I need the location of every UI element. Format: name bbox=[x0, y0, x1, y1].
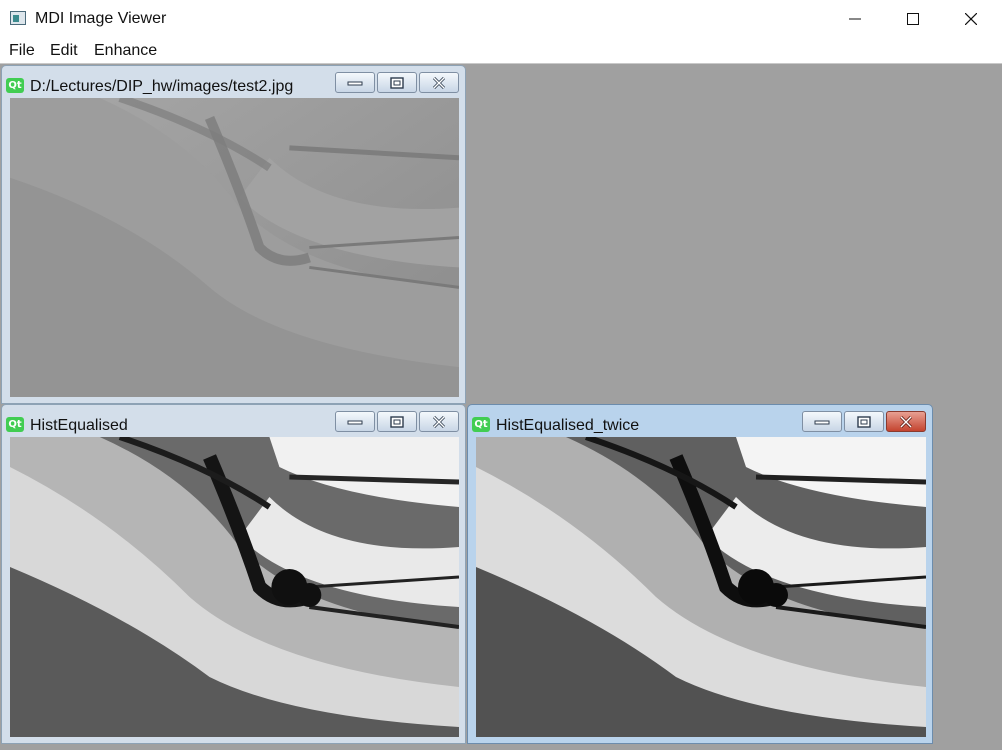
image-histequalised bbox=[10, 437, 459, 737]
sub-close-button[interactable] bbox=[419, 411, 459, 432]
sub-close-button[interactable] bbox=[886, 411, 926, 432]
qt-icon: Qt bbox=[6, 417, 24, 432]
menu-enhance[interactable]: Enhance bbox=[94, 42, 157, 60]
subwindow-title: D:/Lectures/DIP_hw/images/test2.jpg bbox=[30, 78, 294, 95]
qt-icon: Qt bbox=[6, 78, 24, 93]
subwindow-original[interactable]: Qt D:/Lectures/DIP_hw/images/test2.jpg bbox=[1, 65, 466, 404]
minimize-icon bbox=[814, 420, 830, 424]
subwindow-title: HistEqualised_twice bbox=[496, 417, 640, 434]
restore-icon bbox=[857, 415, 871, 428]
sub-minimize-button[interactable] bbox=[335, 72, 375, 93]
app-window-icon bbox=[10, 11, 26, 25]
sub-maximize-button[interactable] bbox=[377, 72, 417, 93]
app-title: MDI Image Viewer bbox=[35, 10, 167, 27]
subwindow-title-bar[interactable]: Qt HistEqualised_twice bbox=[468, 405, 932, 435]
restore-icon bbox=[390, 415, 404, 428]
subwindow-histequalised[interactable]: Qt HistEqualised bbox=[1, 404, 466, 744]
sub-minimize-button[interactable] bbox=[335, 411, 375, 432]
menu-bar: File Edit Enhance bbox=[0, 38, 1002, 64]
mdi-area: Qt D:/Lectures/DIP_hw/images/test2.jpg Q… bbox=[0, 64, 1002, 750]
restore-icon bbox=[390, 76, 404, 89]
close-icon bbox=[432, 415, 446, 428]
minimize-icon bbox=[347, 81, 363, 85]
subwindow-title: HistEqualised bbox=[30, 417, 128, 434]
sub-maximize-button[interactable] bbox=[844, 411, 884, 432]
close-button[interactable] bbox=[942, 0, 1000, 38]
subwindow-title-bar[interactable]: Qt D:/Lectures/DIP_hw/images/test2.jpg bbox=[2, 66, 465, 96]
image-original bbox=[10, 98, 459, 397]
subwindow-title-bar[interactable]: Qt HistEqualised bbox=[2, 405, 465, 435]
sub-close-button[interactable] bbox=[419, 72, 459, 93]
subwindow-histequalised-twice[interactable]: Qt HistEqualised_twice bbox=[467, 404, 933, 744]
close-icon bbox=[965, 13, 977, 25]
menu-edit[interactable]: Edit bbox=[50, 42, 78, 60]
maximize-icon bbox=[907, 13, 919, 25]
close-icon bbox=[432, 76, 446, 89]
close-icon bbox=[899, 415, 913, 428]
minimize-icon bbox=[347, 420, 363, 424]
sub-maximize-button[interactable] bbox=[377, 411, 417, 432]
menu-file[interactable]: File bbox=[9, 42, 35, 60]
image-histequalised-twice bbox=[476, 437, 926, 737]
maximize-button[interactable] bbox=[884, 0, 942, 38]
app-title-bar: MDI Image Viewer bbox=[0, 0, 1002, 38]
qt-icon: Qt bbox=[472, 417, 490, 432]
sub-minimize-button[interactable] bbox=[802, 411, 842, 432]
minimize-icon bbox=[849, 18, 861, 20]
minimize-button[interactable] bbox=[826, 0, 884, 38]
